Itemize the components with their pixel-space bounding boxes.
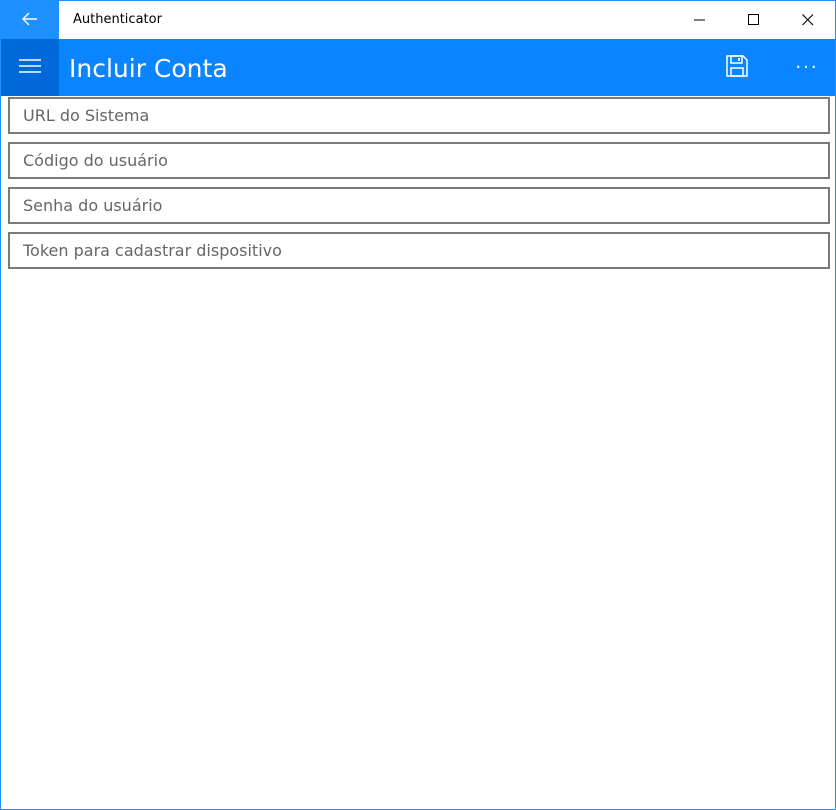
back-button[interactable] (1, 1, 59, 39)
maximize-button[interactable] (727, 1, 781, 39)
maximize-icon (748, 11, 760, 30)
save-button[interactable] (713, 39, 761, 96)
app-bar: Incluir Conta ··· (1, 39, 835, 96)
app-title: Authenticator (73, 12, 162, 27)
minimize-icon (694, 11, 706, 30)
minimize-button[interactable] (673, 1, 727, 39)
menu-button[interactable] (1, 39, 59, 96)
password-input[interactable] (8, 187, 830, 224)
title-bar: Authenticator (1, 1, 835, 39)
hamburger-menu-icon (19, 58, 41, 78)
page-title: Incluir Conta (69, 54, 228, 83)
app-window: Authenticator Incluir Conta ··· URL do S… (0, 0, 836, 810)
more-options-button[interactable]: ··· (783, 39, 831, 96)
close-button[interactable] (781, 1, 835, 39)
close-icon (802, 11, 814, 30)
account-form (8, 97, 830, 277)
token-input[interactable] (8, 232, 830, 269)
user-code-input[interactable] (8, 142, 830, 179)
save-icon (726, 54, 748, 81)
url-input[interactable] (8, 97, 830, 134)
arrow-left-icon (22, 11, 38, 30)
